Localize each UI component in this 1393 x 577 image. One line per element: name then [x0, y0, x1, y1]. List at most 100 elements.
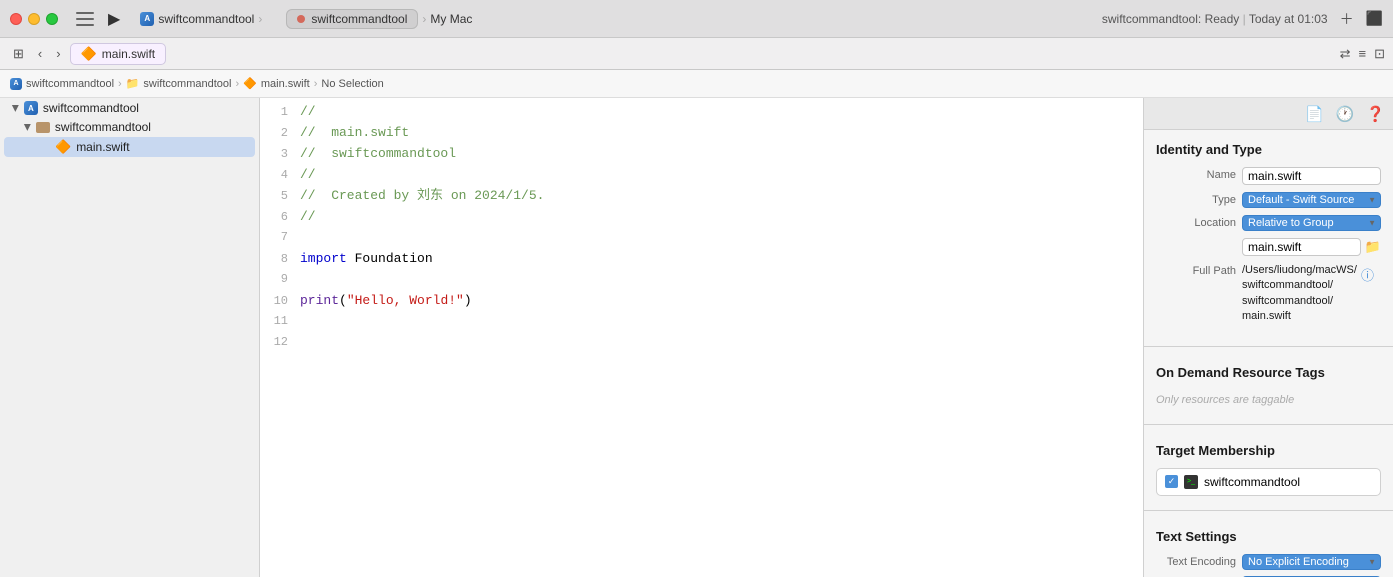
status-text: swiftcommandtool: Ready | Today at 01:03 [1102, 12, 1328, 26]
target-checkbox[interactable]: ✓ [1165, 475, 1178, 488]
identity-title: Identity and Type [1156, 142, 1381, 157]
forward-button[interactable]: › [51, 44, 65, 63]
split-editor-button[interactable]: ⇄ [1340, 46, 1351, 62]
line-number: 3 [260, 145, 300, 164]
line-number: 1 [260, 103, 300, 122]
fullpath-row: Full Path /Users/liudong/macWS/swiftcomm… [1156, 263, 1381, 325]
history-icon[interactable]: 🕐 [1336, 105, 1355, 123]
titlebar-right: swiftcommandtool: Ready | Today at 01:03… [1102, 9, 1383, 29]
terminal-dot [297, 15, 305, 23]
encoding-label: Text Encoding [1156, 556, 1236, 568]
line-content[interactable]: import Foundation [300, 249, 1143, 270]
folder-icon-breadcrumb: 📁 [126, 77, 140, 90]
folder-browse-icon[interactable]: 📁 [1365, 239, 1381, 255]
sidebar-item-main-swift[interactable]: 🔶 main.swift [4, 137, 255, 157]
location-row: Location Relative to Group [1156, 215, 1381, 231]
on-demand-title: On Demand Resource Tags [1156, 365, 1381, 380]
table-row: 10 print("Hello, World!") [260, 291, 1143, 312]
breadcrumb-file: main.swift [261, 78, 310, 90]
location-select-wrapper: Relative to Group [1242, 215, 1381, 231]
layout-toggle-button[interactable]: ⬛ [1366, 10, 1383, 27]
file-tab[interactable]: 🔶 main.swift [70, 43, 167, 65]
table-row: 9 [260, 270, 1143, 291]
line-content[interactable]: // main.swift [300, 123, 1143, 144]
table-row: 5 // Created by 刘东 on 2024/1/5. [260, 186, 1143, 207]
table-row: 2 // main.swift [260, 123, 1143, 144]
triangle-icon: ▶ [22, 124, 33, 131]
project-icon: A [140, 12, 154, 26]
target-name: swiftcommandtool [1204, 475, 1300, 489]
back-button[interactable]: ‹ [33, 44, 47, 63]
minimize-button[interactable] [28, 13, 40, 25]
tab-location: swiftcommandtool [311, 12, 407, 26]
line-number: 10 [260, 292, 300, 311]
type-select-wrapper: Default - Swift Source [1242, 192, 1381, 208]
name-row: Name [1156, 167, 1381, 185]
target-membership-box: ✓ >_ swiftcommandtool [1156, 468, 1381, 496]
breadcrumb-selection: No Selection [321, 78, 383, 90]
help-icon[interactable]: ❓ [1366, 105, 1385, 123]
grid-view-button[interactable]: ⊞ [8, 44, 29, 64]
line-number: 2 [260, 124, 300, 143]
maximize-button[interactable] [46, 13, 58, 25]
line-content[interactable]: print("Hello, World!") [300, 291, 1143, 312]
name-label: Name [1156, 167, 1236, 181]
line-number: 6 [260, 208, 300, 227]
encoding-select-wrapper: No Explicit Encoding [1242, 554, 1381, 570]
code-editor[interactable]: 1 // 2 // main.swift 3 // swiftcommandto… [260, 98, 1143, 577]
text-settings-title: Text Settings [1156, 529, 1381, 544]
run-button[interactable]: ▶ [108, 9, 120, 29]
line-content[interactable]: // Created by 刘东 on 2024/1/5. [300, 186, 1143, 207]
swift-file-icon: 🔶 [81, 46, 97, 62]
name-input[interactable] [1242, 167, 1381, 185]
table-row: 6 // [260, 207, 1143, 228]
sidebar-project-label: swiftcommandtool [43, 101, 139, 115]
add-button[interactable]: ＋ [1340, 9, 1354, 29]
filename-row: 📁 [1156, 238, 1381, 256]
encoding-select[interactable]: No Explicit Encoding [1242, 554, 1381, 570]
filename-input[interactable] [1242, 238, 1361, 256]
breadcrumb-folder: swiftcommandtool [143, 78, 231, 90]
line-list-button[interactable]: ≡ [1359, 46, 1367, 61]
table-row: 8 import Foundation [260, 249, 1143, 270]
line-content[interactable]: // [300, 102, 1143, 123]
location-label: My Mac [430, 12, 472, 26]
line-content[interactable]: // [300, 207, 1143, 228]
divider-2 [1144, 424, 1393, 425]
table-row: 1 // [260, 102, 1143, 123]
fullpath-wrapper: /Users/liudong/macWS/swiftcommandtool/sw… [1242, 263, 1381, 325]
expand-button[interactable]: ⊡ [1374, 46, 1385, 62]
table-row: 7 [260, 228, 1143, 249]
toolbar-right-icons: ⇄ ≡ ⊡ [1340, 46, 1385, 62]
titlebar: ▶ A swiftcommandtool › swiftcommandtool … [0, 0, 1393, 38]
file-inspector-icon[interactable]: 📄 [1305, 105, 1324, 123]
line-number: 5 [260, 187, 300, 206]
line-number: 4 [260, 166, 300, 185]
sidebar-file-label: main.swift [76, 140, 129, 154]
sidebar-toggle-button[interactable] [76, 12, 94, 26]
folder-brown-icon [36, 122, 50, 133]
location-select[interactable]: Relative to Group [1242, 215, 1381, 231]
active-tab-chip[interactable]: swiftcommandtool [286, 9, 418, 29]
sidebar-item-folder[interactable]: ▶ swiftcommandtool [4, 118, 255, 136]
target-membership-section: Target Membership ✓ >_ swiftcommandtool [1144, 431, 1393, 504]
fullpath-arrow-icon[interactable]: ⓘ [1361, 265, 1374, 284]
on-demand-placeholder: Only resources are taggable [1156, 390, 1381, 410]
sidebar-item-project[interactable]: ▶ A swiftcommandtool [4, 99, 255, 117]
line-content[interactable]: // [300, 165, 1143, 186]
close-button[interactable] [10, 13, 22, 25]
text-settings-section: Text Settings Text Encoding No Explicit … [1144, 517, 1393, 577]
breadcrumb-bar: A swiftcommandtool › 📁 swiftcommandtool … [0, 70, 1393, 98]
identity-section: Identity and Type Name Type Default - Sw… [1144, 130, 1393, 340]
on-demand-section: On Demand Resource Tags Only resources a… [1144, 353, 1393, 418]
breadcrumb-project: swiftcommandtool [26, 78, 114, 90]
toolbar: ⊞ ‹ › 🔶 main.swift ⇄ ≡ ⊡ [0, 38, 1393, 70]
type-select[interactable]: Default - Swift Source [1242, 192, 1381, 208]
line-content[interactable]: // swiftcommandtool [300, 144, 1143, 165]
inspector-panel: 📄 🕐 ❓ Identity and Type Name Type Defaul… [1143, 98, 1393, 577]
breadcrumb-project-icon: A [10, 78, 22, 90]
encoding-row: Text Encoding No Explicit Encoding [1156, 554, 1381, 570]
divider-3 [1144, 510, 1393, 511]
code-lines: 1 // 2 // main.swift 3 // swiftcommandto… [260, 98, 1143, 358]
table-row: 4 // [260, 165, 1143, 186]
